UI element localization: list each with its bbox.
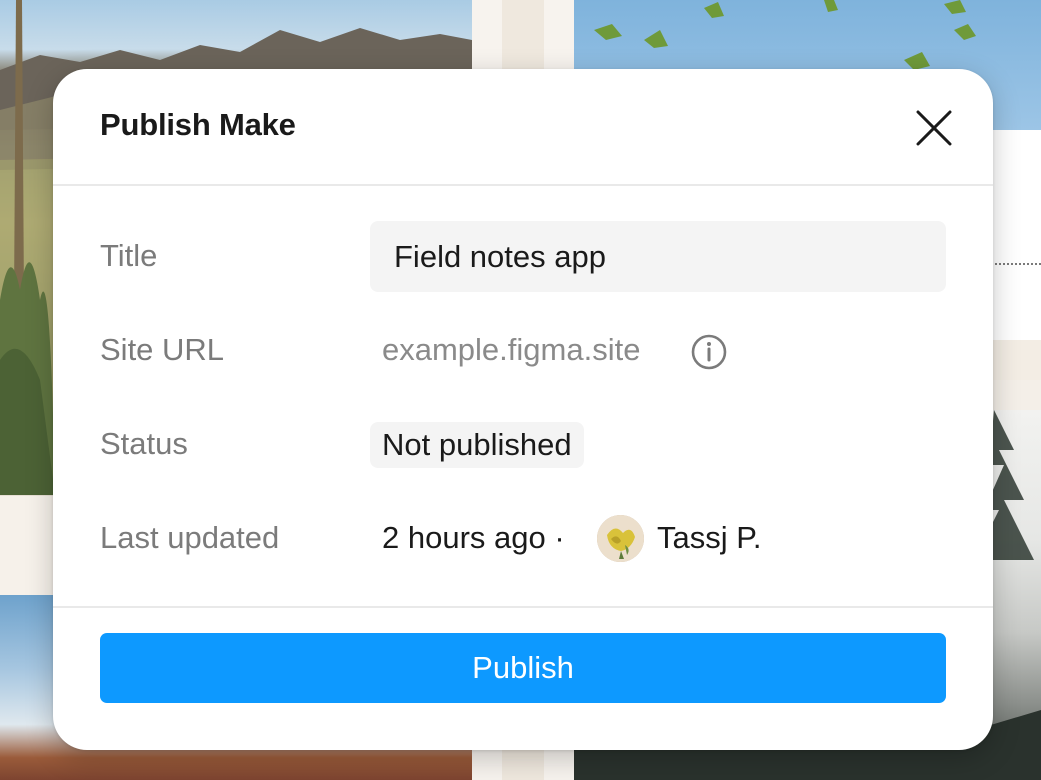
close-icon <box>916 110 952 146</box>
title-field[interactable] <box>370 221 946 292</box>
title-input[interactable] <box>370 221 946 292</box>
footer-divider <box>53 606 993 608</box>
status-label: Status <box>100 426 188 461</box>
close-button[interactable] <box>913 107 955 149</box>
last-updated-time: 2 hours ago · <box>382 520 565 555</box>
last-updated-label: Last updated <box>100 520 280 555</box>
site-url-label: Site URL <box>100 332 225 367</box>
user-name[interactable]: Tassj P. <box>657 520 762 556</box>
info-icon[interactable] <box>690 333 728 371</box>
dialog-header: Publish Make <box>53 69 993 186</box>
avatar <box>597 515 644 562</box>
publish-dialog: Publish Make Title Site URL example.figm… <box>53 69 993 750</box>
dialog-title: Publish Make <box>100 107 296 142</box>
dotted-line <box>990 263 1041 265</box>
status-badge: Not published <box>370 422 584 468</box>
title-label: Title <box>100 238 158 273</box>
site-url-value: example.figma.site <box>382 332 641 367</box>
publish-button[interactable]: Publish <box>100 633 946 703</box>
